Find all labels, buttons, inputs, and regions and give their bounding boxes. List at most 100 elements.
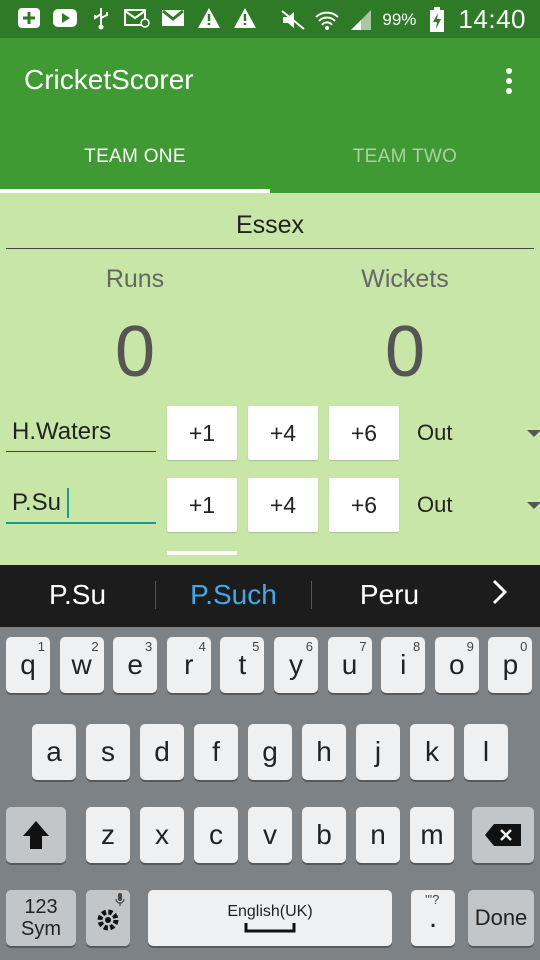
- battery-charging-icon: [424, 6, 450, 32]
- key-e[interactable]: e3: [113, 637, 158, 693]
- usb-icon: [88, 6, 114, 30]
- tab-team-two[interactable]: TEAM TWO: [270, 146, 540, 168]
- key-hint: 8: [412, 639, 421, 654]
- key-w[interactable]: w2: [59, 637, 104, 693]
- tab-team-one[interactable]: TEAM ONE: [0, 146, 270, 168]
- more-suggestions-icon[interactable]: [490, 577, 510, 615]
- plus-box-icon: [16, 6, 42, 30]
- app-bar: CricketScorer TEAM ONE TEAM TWO: [0, 38, 540, 193]
- key-u[interactable]: u7: [327, 637, 372, 693]
- symbols-key[interactable]: 123 Sym: [6, 890, 76, 946]
- partially-hidden-button[interactable]: [167, 551, 237, 565]
- gmail-icon: [160, 6, 186, 30]
- add-four-button[interactable]: +4: [248, 406, 318, 460]
- key-b[interactable]: b: [302, 807, 346, 863]
- key-j[interactable]: j: [356, 724, 400, 780]
- wifi-icon: [314, 8, 340, 32]
- player-name-input[interactable]: [6, 484, 156, 524]
- status-dropdown[interactable]: Out: [417, 492, 452, 518]
- suggestion-strip: P.Su P.Such Peru: [0, 565, 540, 627]
- key-r[interactable]: r4: [166, 637, 211, 693]
- key-y[interactable]: y6: [274, 637, 318, 693]
- notification-icons: [16, 6, 258, 30]
- key-v[interactable]: v: [248, 807, 292, 863]
- settings-key[interactable]: [86, 890, 130, 946]
- key-k[interactable]: k: [410, 724, 454, 780]
- mail-at-icon: [124, 6, 150, 30]
- period-hint: '"?: [425, 892, 440, 907]
- warning-icon: [232, 6, 258, 30]
- key-i[interactable]: i8: [381, 637, 426, 693]
- key-s[interactable]: s: [86, 724, 130, 780]
- runs-value: 0: [114, 312, 156, 392]
- key-label: o: [449, 649, 465, 680]
- suggestion-item[interactable]: P.Su: [0, 579, 155, 611]
- key-hint: 1: [37, 639, 45, 654]
- add-one-button[interactable]: +1: [167, 478, 237, 532]
- battery-percent: 99%: [382, 9, 417, 29]
- status-dropdown[interactable]: Out: [417, 420, 452, 446]
- backspace-icon: [485, 824, 521, 846]
- key-q[interactable]: q1: [6, 637, 50, 693]
- key-label: q: [20, 649, 36, 680]
- backspace-key[interactable]: [472, 807, 534, 863]
- wickets-label: Wickets: [361, 265, 449, 293]
- status-bar: 99% 14:40: [0, 0, 540, 38]
- team-name-field[interactable]: Essex: [6, 211, 534, 249]
- key-m[interactable]: m: [410, 807, 454, 863]
- player-name-input[interactable]: [6, 412, 156, 452]
- key-z[interactable]: z: [86, 807, 130, 863]
- key-f[interactable]: f: [194, 724, 238, 780]
- key-label: e: [127, 649, 143, 680]
- youtube-icon: [52, 6, 78, 30]
- spacebar-icon: [244, 923, 296, 933]
- app-title: CricketScorer: [24, 64, 194, 95]
- suggestion-item[interactable]: P.Such: [156, 579, 311, 611]
- player-row: +1 +4 +6 Out: [0, 478, 540, 534]
- shift-key[interactable]: [6, 807, 66, 863]
- add-one-button[interactable]: +1: [167, 406, 237, 460]
- mute-icon: [280, 8, 306, 32]
- player-row: +1 +4 +6 Out: [0, 406, 540, 462]
- key-label: w: [71, 649, 92, 680]
- key-g[interactable]: g: [248, 724, 292, 780]
- signal-icon: [348, 8, 374, 32]
- period-key[interactable]: . '"?: [411, 890, 455, 946]
- key-d[interactable]: d: [140, 724, 184, 780]
- add-four-button[interactable]: +4: [248, 478, 318, 532]
- mic-icon: [115, 892, 125, 909]
- key-h[interactable]: h: [302, 724, 346, 780]
- overflow-menu-icon[interactable]: [506, 68, 514, 96]
- runs-label: Runs: [105, 265, 165, 293]
- key-label: u: [341, 649, 358, 680]
- key-a[interactable]: a: [32, 724, 76, 780]
- system-icons: 99% 14:40: [280, 4, 526, 35]
- key-l[interactable]: l: [464, 724, 508, 780]
- key-c[interactable]: c: [194, 807, 238, 863]
- key-hint: 4: [198, 639, 206, 654]
- key-p[interactable]: p0: [488, 637, 533, 693]
- key-t[interactable]: t5: [220, 637, 265, 693]
- key-hint: 7: [359, 639, 367, 654]
- add-six-button[interactable]: +6: [329, 478, 399, 532]
- scoring-panel: Essex Runs Wickets 0 0 +1 +4 +6 Out +1 +…: [0, 193, 540, 565]
- key-label: p: [502, 649, 519, 680]
- add-six-button[interactable]: +6: [329, 406, 399, 460]
- key-label: r: [184, 649, 194, 680]
- symbols-key-top: 123: [24, 896, 58, 918]
- key-label: t: [238, 649, 247, 680]
- space-key[interactable]: English(UK): [148, 890, 392, 946]
- space-language-label: English(UK): [227, 903, 313, 920]
- suggestion-item[interactable]: Peru: [312, 579, 467, 611]
- key-x[interactable]: x: [140, 807, 184, 863]
- dropdown-arrow-icon[interactable]: [527, 502, 540, 509]
- done-key[interactable]: Done: [468, 890, 534, 946]
- key-hint: 5: [252, 639, 260, 654]
- dropdown-arrow-icon[interactable]: [527, 430, 540, 437]
- key-o[interactable]: o9: [434, 637, 479, 693]
- warning-icon: [196, 6, 222, 30]
- key-n[interactable]: n: [356, 807, 400, 863]
- key-label: y: [289, 649, 303, 680]
- clock: 14:40: [458, 4, 526, 34]
- key-hint: 9: [466, 639, 474, 654]
